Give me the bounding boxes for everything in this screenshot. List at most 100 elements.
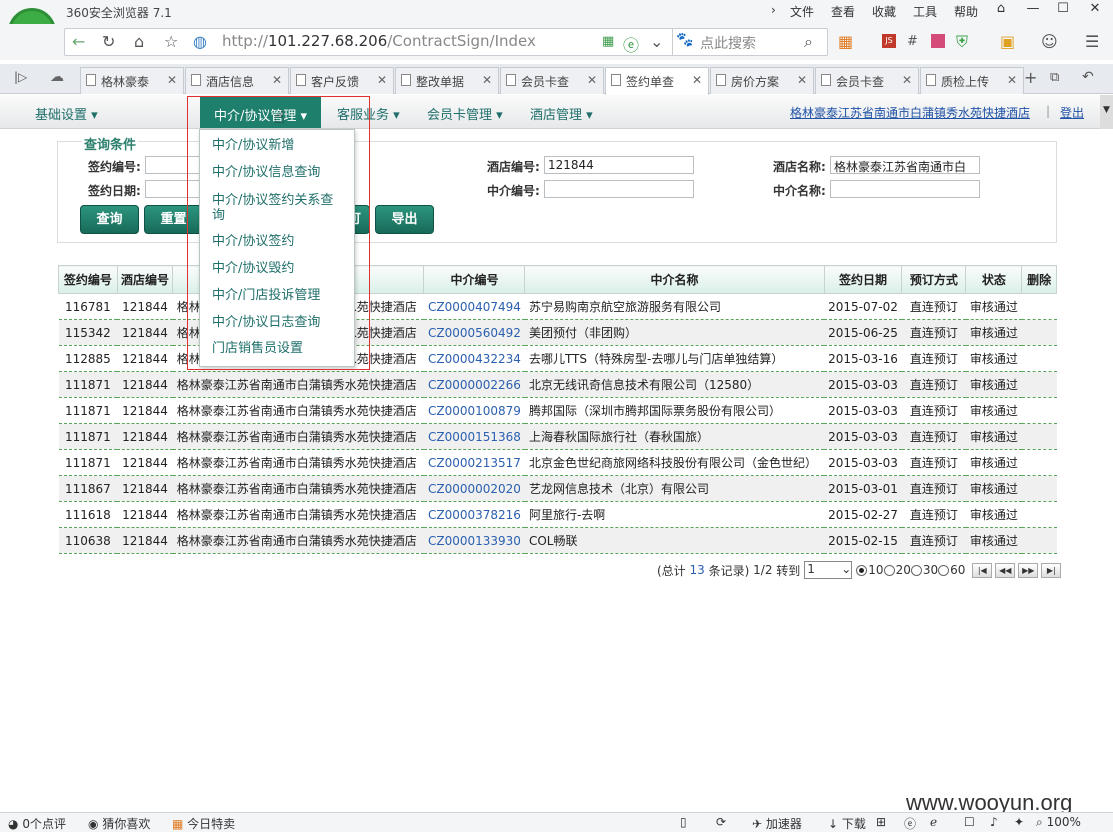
zoom-status[interactable]: ⌕ 100% bbox=[1036, 815, 1081, 830]
header-sign-no[interactable]: 签约编号 bbox=[58, 265, 118, 294]
cell-delete[interactable] bbox=[1021, 423, 1057, 450]
window-icon[interactable]: ☐ bbox=[964, 815, 975, 829]
download-status[interactable]: ↓ 下载 bbox=[828, 815, 866, 832]
cell-agent-no[interactable]: CZ0000100879 bbox=[423, 397, 525, 424]
menu-help[interactable]: 帮助 bbox=[954, 3, 978, 20]
browser-mode-icon[interactable]: ⓔ bbox=[904, 815, 916, 832]
cloud-icon[interactable]: ☁ bbox=[50, 69, 64, 85]
ext-gift-icon[interactable]: ▣ bbox=[1000, 32, 1015, 51]
header-status[interactable]: 状态 bbox=[965, 265, 1023, 294]
page-size-10[interactable]: 10 bbox=[856, 563, 884, 577]
agent-no-link[interactable]: CZ0000560492 bbox=[428, 326, 521, 340]
menu-tools[interactable]: 工具 bbox=[913, 3, 937, 20]
tab-list-icon[interactable]: ⧉ bbox=[1050, 70, 1059, 85]
page-size-30[interactable]: 30 bbox=[910, 563, 938, 577]
ext-hash-icon[interactable]: # bbox=[907, 34, 918, 49]
agent-no-link[interactable]: CZ0000151368 bbox=[428, 430, 521, 444]
ext-js-icon[interactable]: JS bbox=[882, 34, 896, 48]
cell-delete[interactable] bbox=[1021, 319, 1057, 346]
agent-no-input[interactable] bbox=[544, 180, 694, 198]
agent-no-link[interactable]: CZ0000213517 bbox=[428, 456, 521, 470]
cell-delete[interactable] bbox=[1021, 449, 1057, 476]
back-icon[interactable]: ← bbox=[72, 32, 85, 51]
table-row[interactable]: 111871 121844 格林豪泰江苏省南通市白蒲镇秀水苑快捷酒店 CZ000010… bbox=[58, 397, 1057, 424]
agent-no-link[interactable]: CZ0000002266 bbox=[428, 378, 521, 392]
cell-agent-no[interactable]: CZ0000560492 bbox=[423, 319, 525, 346]
table-row[interactable]: 111871 121844 格林豪泰江苏省南通市白蒲镇秀水苑快捷酒店 CZ000021… bbox=[58, 449, 1057, 476]
cell-delete[interactable] bbox=[1021, 397, 1057, 424]
cell-delete[interactable] bbox=[1021, 475, 1057, 502]
agent-no-link[interactable]: CZ0000407494 bbox=[428, 300, 521, 314]
speaker-icon[interactable]: ♪ bbox=[990, 815, 998, 829]
browser-tab[interactable]: 整改单据 ✕ bbox=[395, 67, 499, 94]
ext-book-icon[interactable] bbox=[931, 34, 945, 48]
hotel-name-input[interactable]: 格林豪泰江苏省南通市白 bbox=[830, 156, 980, 174]
undo-close-icon[interactable]: ↶ bbox=[1082, 69, 1094, 85]
menu-hotel-management[interactable]: 酒店管理 ▾ bbox=[530, 104, 593, 123]
url-text[interactable]: http://101.227.68.206/ContractSign/Index bbox=[222, 32, 536, 50]
cell-agent-no[interactable]: CZ0000002266 bbox=[423, 371, 525, 398]
agent-no-link[interactable]: CZ0000100879 bbox=[428, 404, 521, 418]
logout-link[interactable]: 登出 bbox=[1060, 104, 1084, 121]
accelerator-status[interactable]: ✈ 加速器 bbox=[752, 815, 802, 832]
shield-icon[interactable]: ⛨ bbox=[956, 32, 968, 52]
maximize-icon[interactable]: ☐ bbox=[1050, 0, 1076, 20]
ie-icon[interactable]: ℯ bbox=[930, 815, 937, 829]
table-row[interactable]: 111871 121844 格林豪泰江苏省南通市白蒲镇秀水苑快捷酒店 CZ000000… bbox=[58, 371, 1057, 398]
cell-delete[interactable] bbox=[1021, 501, 1057, 528]
header-delete[interactable]: 删除 bbox=[1021, 265, 1057, 294]
table-row[interactable]: 111867 121844 格林豪泰江苏省南通市白蒲镇秀水苑快捷酒店 CZ000000… bbox=[58, 475, 1057, 502]
cell-agent-no[interactable]: CZ0000002020 bbox=[423, 475, 525, 502]
browser-tab[interactable]: 质检上传 ✕ bbox=[920, 67, 1024, 94]
search-input[interactable]: 点此搜索 bbox=[700, 33, 756, 53]
agent-no-link[interactable]: CZ0000432234 bbox=[428, 352, 521, 366]
last-page-icon[interactable]: ▶| bbox=[1041, 562, 1062, 578]
cell-agent-no[interactable]: CZ0000378216 bbox=[423, 501, 525, 528]
header-booking-method[interactable]: 预订方式 bbox=[901, 265, 967, 294]
table-row[interactable]: 110638 121844 格林豪泰江苏省南通市白蒲镇秀水苑快捷酒店 CZ000013… bbox=[58, 527, 1057, 554]
baidu-icon[interactable]: 🐾 bbox=[676, 32, 693, 48]
cell-agent-no[interactable]: CZ0000432234 bbox=[423, 345, 525, 372]
agent-name-input[interactable] bbox=[830, 180, 980, 198]
phone-icon[interactable]: ▯ bbox=[680, 815, 687, 829]
menu-member-card[interactable]: 会员卡管理 ▾ bbox=[427, 104, 503, 123]
sidebar-toggle-icon[interactable]: |▷ bbox=[14, 70, 27, 84]
minimize-icon[interactable]: — bbox=[1020, 0, 1046, 20]
menu-basic-settings[interactable]: 基础设置 ▾ bbox=[35, 104, 98, 123]
browser-tab[interactable]: 酒店信息 ✕ bbox=[185, 67, 289, 94]
menu-view[interactable]: 查看 bbox=[831, 3, 855, 20]
agent-no-link[interactable]: CZ0000378216 bbox=[428, 508, 521, 522]
skin-icon[interactable]: ⌂ bbox=[988, 0, 1014, 20]
header-agent-no[interactable]: 中介编号 bbox=[423, 265, 526, 294]
table-row[interactable]: 111618 121844 格林豪泰江苏省南通市白蒲镇秀水苑快捷酒店 CZ000037… bbox=[58, 501, 1057, 528]
settings-icon[interactable]: ⟳ bbox=[716, 815, 726, 829]
page-size-20[interactable]: 20 bbox=[883, 563, 911, 577]
menu-file[interactable]: 文件 bbox=[790, 3, 814, 20]
apps-icon[interactable]: ▦ bbox=[838, 32, 853, 51]
agent-no-link[interactable]: CZ0000133930 bbox=[428, 534, 521, 548]
query-button[interactable]: 查询 bbox=[80, 205, 139, 234]
clean-icon[interactable]: ✦ bbox=[1014, 815, 1024, 829]
header-agent-name[interactable]: 中介名称 bbox=[524, 265, 825, 294]
browser-tab[interactable]: 会员卡查 ✕ bbox=[815, 67, 919, 94]
table-row[interactable]: 111871 121844 格林豪泰江苏省南通市白蒲镇秀水苑快捷酒店 CZ000015… bbox=[58, 423, 1057, 450]
page-size-60[interactable]: 60 bbox=[938, 563, 965, 577]
screenshot-icon[interactable]: ⊞ bbox=[876, 815, 886, 829]
agent-no-link[interactable]: CZ0000002020 bbox=[428, 482, 521, 496]
qrcode-icon[interactable]: ▦ bbox=[602, 34, 614, 49]
next-page-icon[interactable]: ▶▶ bbox=[1018, 562, 1039, 578]
page-select[interactable]: 1 ⌄ bbox=[804, 561, 853, 579]
home-icon[interactable]: ⌂ bbox=[134, 32, 144, 51]
comments-status[interactable]: ◕ 0个点评 bbox=[8, 815, 66, 832]
browser-tab[interactable]: 房价方案 ✕ bbox=[710, 67, 814, 94]
cell-agent-no[interactable]: CZ0000407494 bbox=[423, 293, 525, 320]
star-icon[interactable]: ☆ bbox=[164, 32, 178, 51]
ext-game-icon[interactable]: ☺ bbox=[1041, 32, 1058, 51]
first-page-icon[interactable]: |◀ bbox=[972, 562, 993, 578]
cell-delete[interactable] bbox=[1021, 345, 1057, 372]
hotel-no-input[interactable]: 121844 bbox=[544, 156, 694, 174]
cell-delete[interactable] bbox=[1021, 371, 1057, 398]
browser-tab[interactable]: 客户反馈 ✕ bbox=[290, 67, 394, 94]
dropdown-arrow-icon[interactable]: ⌄ bbox=[650, 32, 663, 51]
cell-agent-no[interactable]: CZ0000133930 bbox=[423, 527, 525, 554]
